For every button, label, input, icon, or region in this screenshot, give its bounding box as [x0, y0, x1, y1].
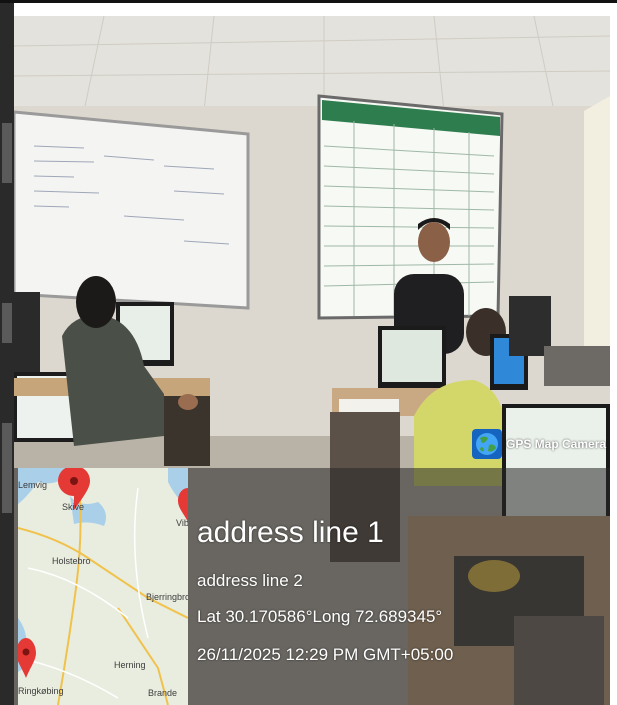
map-label-herning: Herning [114, 660, 146, 670]
coordinates-text: Lat 30.170586°Long 72.689345° [197, 607, 443, 626]
address-line-2: address line 2 [197, 571, 303, 590]
badge-label: GPS Map Camera [506, 437, 607, 451]
timestamp-text: 26/11/2025 12:29 PM GMT+05:00 [197, 645, 454, 664]
map-label-brande: Brande [148, 688, 178, 698]
classroom-photo: Lemvig Skive Viborg Holstebro Bjerringbr… [14, 16, 610, 705]
location-map: Lemvig Skive Viborg Holstebro Bjerringbr… [18, 468, 188, 705]
map-label-holstebro: Holstebro [52, 556, 91, 566]
map-graphic [18, 468, 188, 705]
globe-icon [472, 429, 502, 459]
map-label-ringkobing: Ringkøbing [18, 686, 64, 696]
top-border [0, 0, 617, 3]
map-label-lemvig: Lemvig [18, 480, 48, 490]
map-label-viborg: Viborg [176, 518, 188, 528]
gps-map-camera-badge: GPS Map Camera [472, 427, 606, 461]
map-label-bjerringbro: Bjerringbro [146, 592, 188, 602]
address-line-1: address line 1 [197, 516, 384, 549]
map-label-skive: Skive [62, 502, 85, 512]
left-edge-strip [0, 3, 14, 705]
